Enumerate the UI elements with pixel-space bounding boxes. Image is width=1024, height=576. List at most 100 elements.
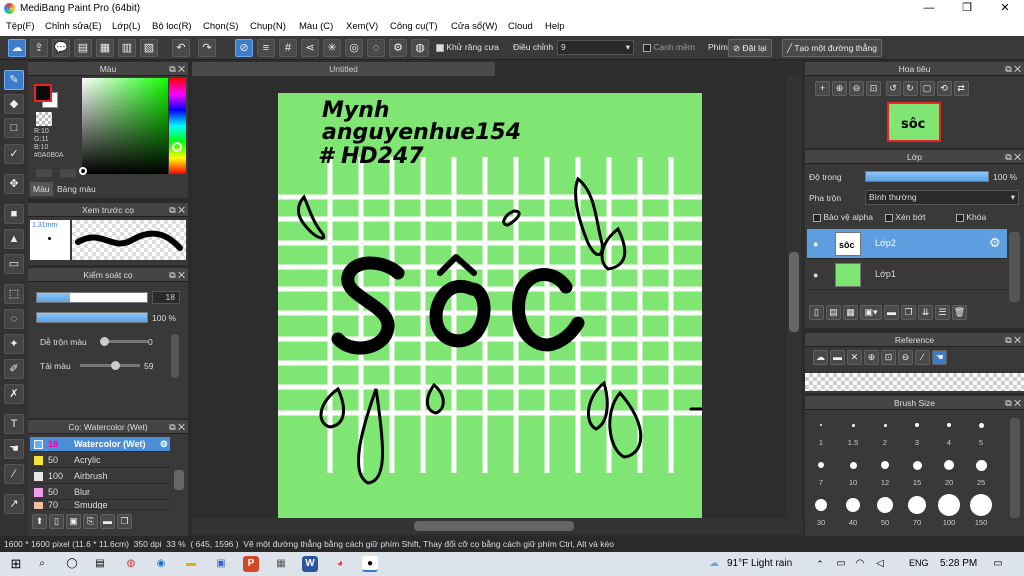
language-indicator[interactable]: ENG bbox=[909, 558, 929, 568]
menu-edit[interactable]: Chỉnh sửa(E) bbox=[45, 21, 102, 32]
edge-checkbox[interactable] bbox=[643, 43, 651, 52]
eraser-tool-icon[interactable]: ◆ bbox=[4, 94, 24, 114]
parallel-snap-icon[interactable]: ≡ bbox=[257, 39, 275, 57]
remove-color-button[interactable] bbox=[60, 169, 76, 177]
brush-size-cell[interactable]: 5 bbox=[965, 412, 997, 452]
tab-color[interactable]: Màu bbox=[30, 182, 53, 196]
panel-close-icon[interactable]: ⧉ ✕ bbox=[169, 420, 185, 434]
snap-off-icon[interactable]: ⊘ bbox=[235, 39, 253, 57]
panel-close-icon[interactable]: ⧉ ✕ bbox=[1005, 333, 1021, 347]
gear-icon[interactable]: ⚙ bbox=[989, 235, 1001, 251]
menu-view[interactable]: Xem(V) bbox=[346, 21, 378, 32]
actual-size-icon[interactable]: ▢ bbox=[919, 81, 935, 96]
pipette-tool-icon[interactable]: ↗ bbox=[4, 494, 24, 514]
foreground-color-swatch[interactable] bbox=[34, 84, 52, 102]
panel-icon[interactable]: ▥ bbox=[118, 39, 136, 57]
mix-knob[interactable] bbox=[111, 361, 121, 370]
horizontal-scrollbar[interactable] bbox=[192, 518, 803, 534]
weather-text[interactable]: 91°F Light rain bbox=[727, 558, 792, 569]
rotate-right-icon[interactable]: ↻ bbox=[902, 81, 918, 96]
brush-size-cell[interactable]: 12 bbox=[869, 452, 901, 492]
eyedropper-icon[interactable]: ⁄ bbox=[4, 464, 24, 484]
curve-snap-icon[interactable]: ◌ bbox=[367, 39, 385, 57]
duplicate-icon[interactable]: ❐ bbox=[117, 514, 132, 529]
brush-size-cell[interactable]: 150 bbox=[965, 492, 997, 532]
share-icon[interactable]: ⇪ bbox=[30, 39, 48, 57]
menu-tools[interactable]: Công cụ(T) bbox=[390, 21, 438, 32]
visibility-icon[interactable]: ● bbox=[813, 239, 818, 249]
select-rect-icon[interactable]: ⬚ bbox=[4, 284, 24, 304]
brush-size-cell[interactable]: 15 bbox=[901, 452, 933, 492]
mix-slider[interactable] bbox=[80, 361, 140, 370]
new-layer-icon[interactable]: ▯ bbox=[809, 305, 824, 320]
notification-icon[interactable]: ▭ bbox=[990, 556, 1006, 572]
layer-icon[interactable]: ▦ bbox=[96, 39, 114, 57]
app-icon[interactable]: ◍ bbox=[123, 556, 139, 572]
antialias-checkbox[interactable] bbox=[436, 43, 444, 52]
brush-size-cell[interactable]: 40 bbox=[837, 492, 869, 532]
layer-row[interactable]: ● Lớp1 bbox=[807, 260, 1007, 290]
panel-close-icon[interactable]: ⧉ ✕ bbox=[1005, 396, 1021, 410]
panel-close-icon[interactable]: ⧉ ✕ bbox=[169, 268, 185, 282]
cloud-icon[interactable]: ☁ bbox=[813, 350, 828, 365]
minimize-button[interactable]: — bbox=[910, 0, 948, 18]
brush-size-cell[interactable]: 1.5 bbox=[837, 412, 869, 452]
panel-close-icon[interactable]: ⧉ ✕ bbox=[1005, 62, 1021, 76]
tab-untitled[interactable]: Untitled bbox=[192, 62, 495, 76]
adjust-select[interactable]: 9 ▾ bbox=[557, 40, 634, 55]
snap-settings-icon[interactable]: ◍ bbox=[411, 39, 429, 57]
add-layer-menu-icon[interactable]: ▣▾ bbox=[860, 305, 882, 320]
reset-view-icon[interactable]: ⟲ bbox=[936, 81, 952, 96]
brush-size-cell[interactable]: 4 bbox=[933, 412, 965, 452]
folder-icon[interactable]: ▬ bbox=[100, 514, 115, 529]
maximize-button[interactable]: ❐ bbox=[948, 0, 986, 18]
zoom-in-icon[interactable]: ⊕ bbox=[832, 81, 847, 96]
duplicate-layer-icon[interactable]: ❐ bbox=[901, 305, 916, 320]
task-view-icon[interactable]: ◯ bbox=[64, 556, 80, 572]
fit-icon[interactable]: ⊡ bbox=[881, 350, 896, 365]
medibang-taskbar-icon[interactable]: ● bbox=[362, 556, 378, 572]
fill-shape-tool-icon[interactable]: ■ bbox=[4, 204, 24, 224]
lock-toggle[interactable]: Khóa bbox=[956, 212, 986, 222]
wifi-icon[interactable]: ◠ bbox=[852, 556, 868, 572]
reference-canvas[interactable] bbox=[805, 373, 1024, 391]
brush-size-cell[interactable]: 100 bbox=[933, 492, 965, 532]
straight-line-button[interactable]: ╱ Tạo một đường thẳng bbox=[782, 39, 882, 57]
menu-window[interactable]: Cửa sổ(W) bbox=[451, 21, 497, 32]
antialias-toggle[interactable]: Khử răng cưa bbox=[436, 42, 499, 52]
menu-cloud[interactable]: Cloud bbox=[508, 21, 533, 32]
eyedropper-icon[interactable]: ⁄ bbox=[915, 350, 930, 365]
undo-icon[interactable]: ↶ bbox=[172, 39, 190, 57]
menu-capture[interactable]: Chụp(N) bbox=[250, 21, 286, 32]
close-button[interactable]: ✕ bbox=[986, 0, 1024, 18]
pen-tool-icon[interactable]: ✓ bbox=[4, 144, 24, 164]
brush-tool-icon[interactable]: ✎ bbox=[4, 70, 24, 90]
clock[interactable]: 5:28 PM bbox=[940, 558, 977, 569]
visibility-icon[interactable]: ● bbox=[813, 270, 818, 280]
brush-list-scrollbar[interactable] bbox=[174, 470, 184, 490]
lasso-tool-icon[interactable]: ◌ bbox=[4, 309, 24, 329]
delete-layer-icon[interactable]: 🗑 bbox=[952, 305, 967, 320]
select-eraser-icon[interactable]: ✗ bbox=[4, 384, 24, 404]
edge-browser-icon[interactable]: ◉ bbox=[153, 556, 169, 572]
brush-size-cell[interactable]: 30 bbox=[805, 492, 837, 532]
fit-icon[interactable]: ⊡ bbox=[866, 81, 881, 96]
menu-file[interactable]: Tệp(F) bbox=[6, 21, 35, 32]
tab-palette[interactable]: Bảng màu bbox=[54, 182, 99, 196]
brush-size-cell[interactable]: 25 bbox=[965, 452, 997, 492]
magic-wand-icon[interactable]: ✦ bbox=[4, 334, 24, 354]
brush-control-scrollbar[interactable] bbox=[171, 334, 179, 378]
vertical-scroll-thumb[interactable] bbox=[789, 252, 799, 332]
blend-slider[interactable] bbox=[100, 337, 148, 346]
panel-close-icon[interactable]: ⧉ ✕ bbox=[169, 203, 185, 217]
flip-icon[interactable]: ⇄ bbox=[953, 81, 969, 96]
new-halftone-icon[interactable]: ▦ bbox=[843, 305, 858, 320]
open-folder-icon[interactable]: ▬ bbox=[830, 350, 845, 365]
new-brush-icon[interactable]: ▯ bbox=[49, 514, 64, 529]
windows-start-icon[interactable]: ⊞ bbox=[8, 556, 24, 572]
menu-help[interactable]: Help bbox=[545, 21, 565, 32]
transparent-swatch[interactable] bbox=[36, 112, 52, 126]
redo-icon[interactable]: ↷ bbox=[198, 39, 216, 57]
widgets-icon[interactable]: ▤ bbox=[92, 556, 108, 572]
rect-tool-icon[interactable]: □ bbox=[4, 118, 24, 138]
